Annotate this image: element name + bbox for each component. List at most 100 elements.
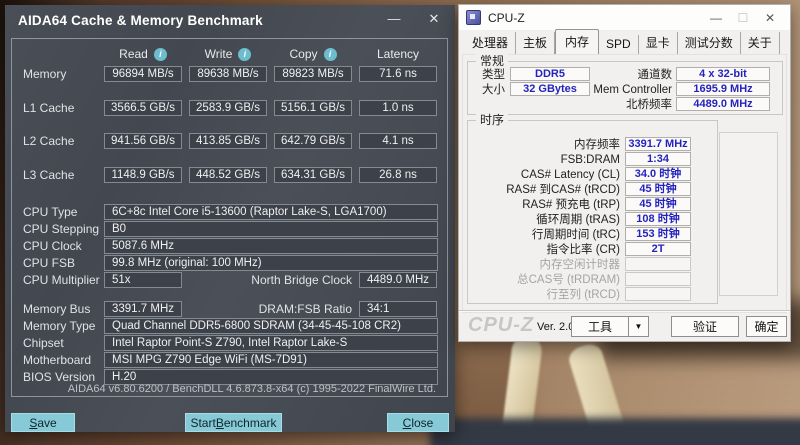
row-label-l1: L1 Cache bbox=[23, 101, 75, 115]
l1-copy-value: 5156.1 GB/s bbox=[274, 100, 352, 116]
aida64-window-title: AIDA64 Cache & Memory Benchmark bbox=[18, 13, 263, 28]
cpuz-logo: CPU-Z bbox=[468, 314, 535, 336]
memory-read-value: 96894 MB/s bbox=[104, 66, 182, 82]
chipset-label: Chipset bbox=[23, 336, 64, 350]
start-benchmark-button[interactable]: Start Benchmark bbox=[185, 413, 282, 432]
memory-bus-label: Memory Bus bbox=[23, 302, 91, 316]
tab-spd[interactable]: SPD bbox=[599, 35, 639, 54]
l3-latency-value: 26.8 ns bbox=[359, 167, 437, 183]
column-header-read: Read bbox=[104, 47, 182, 61]
general-legend: 常规 bbox=[476, 54, 509, 68]
cpuz-app-icon bbox=[466, 10, 481, 25]
aida64-version-line: AIDA64 v6.80.6200 / BenchDLL 4.6.873.8-x… bbox=[67, 383, 436, 395]
trp-label: RAS# 预充电 (tRP) bbox=[522, 199, 620, 211]
timings-side-panel bbox=[719, 132, 778, 296]
cpu-clock-label: CPU Clock bbox=[23, 239, 82, 253]
column-header-copy: Copy bbox=[274, 47, 352, 61]
cpu-clock-value: 5087.6 MHz bbox=[104, 238, 438, 254]
dram-fsb-ratio-value: 34:1 bbox=[359, 301, 437, 317]
fsb-dram-label: FSB:DRAM bbox=[560, 154, 620, 166]
cpuz-window: CPU-Z — ☐ ✕ 处理器 主板 内存 SPD 显卡 测试分数 关于 常规 … bbox=[458, 4, 791, 342]
tab-graphics[interactable]: 显卡 bbox=[639, 32, 678, 54]
mem-controller-label: Mem Controller bbox=[593, 84, 672, 96]
column-header-write: Write bbox=[189, 47, 267, 61]
north-bridge-clock-value: 4489.0 MHz bbox=[359, 272, 437, 288]
tab-memory[interactable]: 内存 bbox=[555, 29, 600, 55]
close-icon[interactable]: ✕ bbox=[422, 10, 446, 28]
minimize-icon[interactable]: — bbox=[382, 10, 406, 28]
close-icon[interactable]: ✕ bbox=[758, 9, 782, 27]
maximize-icon[interactable]: ☐ bbox=[731, 9, 755, 27]
cpuz-window-title: CPU-Z bbox=[488, 10, 525, 25]
l2-latency-value: 4.1 ns bbox=[359, 133, 437, 149]
l2-write-value: 413.85 GB/s bbox=[189, 133, 267, 149]
aida64-benchmark-panel: Read Write Copy Latency Memory 96894 MB/… bbox=[11, 38, 448, 397]
tools-button[interactable]: 工具 bbox=[571, 316, 629, 337]
tab-mainboard[interactable]: 主板 bbox=[516, 32, 556, 54]
wallpaper-water bbox=[430, 418, 800, 445]
motherboard-label: Motherboard bbox=[23, 353, 92, 367]
minimize-icon[interactable]: — bbox=[704, 9, 728, 27]
info-icon[interactable] bbox=[323, 47, 337, 61]
dram-frequency-label: 内存频率 bbox=[574, 139, 620, 151]
memory-bus-value: 3391.7 MHz bbox=[104, 301, 182, 317]
nb-frequency-value: 4489.0 MHz bbox=[676, 97, 770, 111]
footer-divider bbox=[459, 310, 790, 311]
info-icon[interactable] bbox=[153, 47, 167, 61]
cas-latency-label: CAS# Latency (CL) bbox=[520, 169, 620, 181]
command-rate-label: 指令比率 (CR) bbox=[546, 244, 620, 256]
tab-bench[interactable]: 测试分数 bbox=[678, 32, 741, 54]
motherboard-value: MSI MPG Z790 Edge WiFi (MS-7D91) bbox=[104, 352, 438, 368]
trc-value: 153 时钟 bbox=[625, 227, 691, 241]
timings-legend: 时序 bbox=[476, 113, 509, 127]
tras-value: 108 时钟 bbox=[625, 212, 691, 226]
l2-read-value: 941.56 GB/s bbox=[104, 133, 182, 149]
tab-about[interactable]: 关于 bbox=[741, 32, 780, 54]
cpu-type-value: 6C+8c Intel Core i5-13600 (Raptor Lake-S… bbox=[104, 204, 438, 220]
dram-fsb-ratio-label: DRAM:FSB Ratio bbox=[258, 302, 352, 316]
cpu-type-label: CPU Type bbox=[23, 205, 78, 219]
l3-write-value: 448.52 GB/s bbox=[189, 167, 267, 183]
row-label-l3: L3 Cache bbox=[23, 168, 75, 182]
l1-write-value: 2583.9 GB/s bbox=[189, 100, 267, 116]
ok-button[interactable]: 确定 bbox=[746, 316, 787, 337]
info-icon[interactable] bbox=[238, 47, 252, 61]
validate-button[interactable]: 验证 bbox=[671, 316, 739, 337]
channels-value: 4 x 32-bit bbox=[676, 67, 770, 81]
dram-idle-timer-label: 内存空闲计时器 bbox=[539, 259, 621, 271]
desktop-wallpaper: AIDA64 Cache & Memory Benchmark — ✕ Read… bbox=[0, 0, 800, 445]
l3-read-value: 1148.9 GB/s bbox=[104, 167, 182, 183]
aida64-window: AIDA64 Cache & Memory Benchmark — ✕ Read… bbox=[5, 5, 455, 432]
trcd-value: 45 时钟 bbox=[625, 182, 691, 196]
nb-frequency-label: 北桥频率 bbox=[626, 99, 672, 111]
cpu-fsb-label: CPU FSB bbox=[23, 256, 76, 270]
cpu-fsb-value: 99.8 MHz (original: 100 MHz) bbox=[104, 255, 438, 271]
channels-label: 通道数 bbox=[637, 69, 673, 81]
column-header-latency: Latency bbox=[376, 47, 420, 61]
l1-read-value: 3566.5 GB/s bbox=[104, 100, 182, 116]
trp-value: 45 时钟 bbox=[625, 197, 691, 211]
size-label: 大小 bbox=[482, 84, 505, 96]
save-button[interactable]: Save bbox=[11, 413, 75, 432]
cpu-stepping-label: CPU Stepping bbox=[23, 222, 100, 236]
row-label-l2: L2 Cache bbox=[23, 134, 75, 148]
trc-label: 行周期时间 (tRC) bbox=[531, 229, 620, 241]
trcd-label: RAS# 到CAS# (tRCD) bbox=[506, 184, 620, 196]
memory-type-value: Quad Channel DDR5-6800 SDRAM (34-45-45-1… bbox=[104, 318, 438, 334]
chipset-value: Intel Raptor Point-S Z790, Intel Raptor … bbox=[104, 335, 438, 351]
tools-dropdown-icon[interactable]: ▼ bbox=[628, 316, 649, 337]
trdram-value bbox=[625, 272, 691, 286]
cpuz-tab-bar: 处理器 主板 内存 SPD 显卡 测试分数 关于 bbox=[465, 29, 780, 55]
memory-copy-value: 89823 MB/s bbox=[274, 66, 352, 82]
general-groupbox: 常规 类型 DDR5 通道数 4 x 32-bit 大小 32 GBytes M… bbox=[467, 54, 783, 115]
mem-controller-value: 1695.9 MHz bbox=[676, 82, 770, 96]
row-to-column-label: 行至列 (tRCD) bbox=[546, 289, 620, 301]
type-label: 类型 bbox=[482, 69, 505, 81]
command-rate-value: 2T bbox=[625, 242, 691, 256]
tab-processor[interactable]: 处理器 bbox=[465, 32, 517, 54]
l1-latency-value: 1.0 ns bbox=[359, 100, 437, 116]
close-button[interactable]: Close bbox=[387, 413, 449, 432]
trdram-label: 总CAS号 (tRDRAM) bbox=[517, 274, 620, 286]
cas-latency-value: 34.0 时钟 bbox=[625, 167, 691, 181]
row-label-memory: Memory bbox=[23, 67, 67, 81]
